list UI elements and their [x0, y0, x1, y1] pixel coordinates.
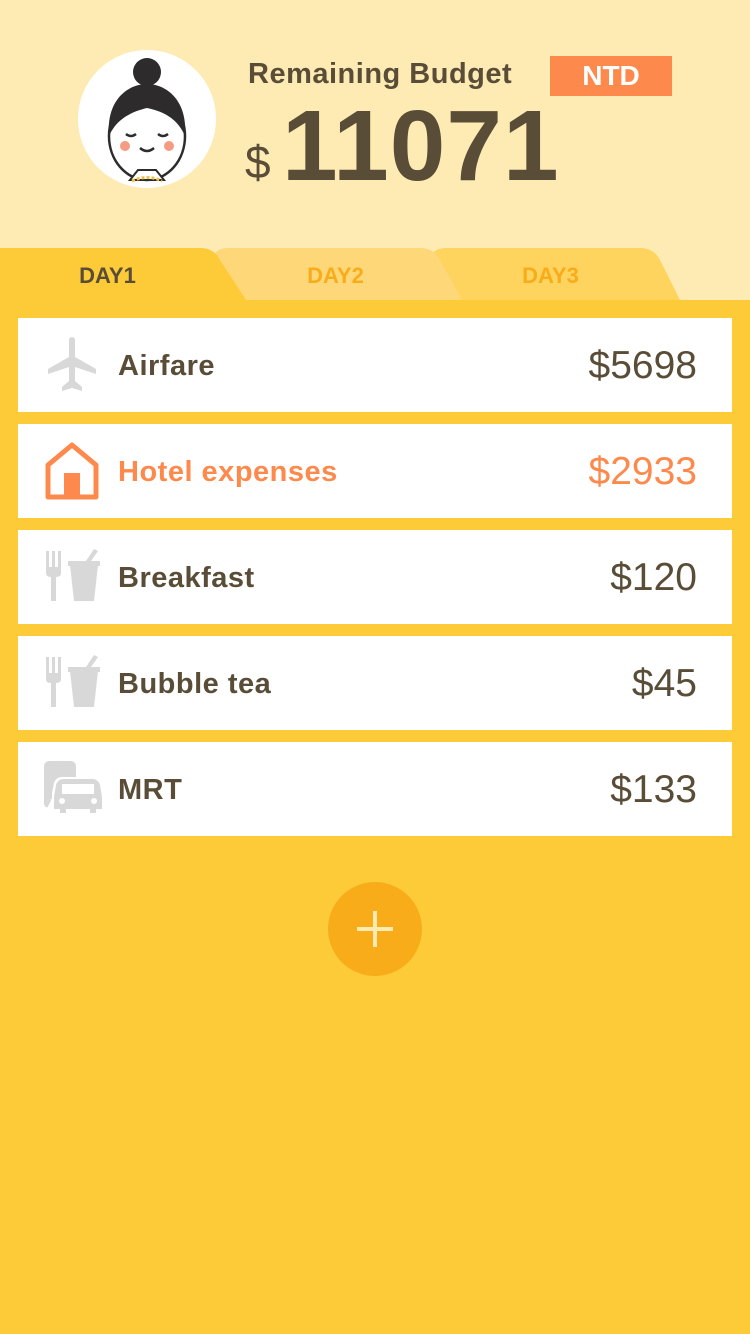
tab-day2[interactable]: DAY2	[268, 248, 403, 300]
expense-row-bubble-tea[interactable]: Bubble tea $45	[18, 636, 732, 730]
avatar[interactable]	[78, 50, 216, 188]
airplane-icon	[42, 335, 102, 395]
remaining-budget-amount: 11071	[282, 90, 560, 202]
tab-day3[interactable]: DAY3	[483, 248, 618, 300]
plus-icon	[357, 911, 393, 947]
expense-amount: $120	[610, 556, 697, 599]
expense-label: Breakfast	[118, 562, 255, 594]
tab-day1[interactable]: DAY1	[40, 248, 175, 300]
expense-label: MRT	[118, 774, 183, 806]
food-drink-icon	[42, 653, 102, 713]
expense-amount: $2933	[588, 450, 697, 493]
expense-row-hotel[interactable]: Hotel expenses $2933	[18, 424, 732, 518]
house-icon	[42, 441, 102, 501]
expense-amount: $5698	[588, 344, 697, 387]
day-tabs: DAY1 DAY2 DAY3	[0, 248, 750, 300]
expense-list: Airfare $5698 Hotel expenses $2933 Break…	[18, 318, 732, 848]
currency-badge[interactable]: NTD	[550, 56, 672, 96]
expense-row-breakfast[interactable]: Breakfast $120	[18, 530, 732, 624]
currency-symbol: $	[245, 136, 271, 188]
transport-icon	[42, 759, 102, 819]
expense-row-airfare[interactable]: Airfare $5698	[18, 318, 732, 412]
add-expense-button[interactable]	[328, 882, 422, 976]
budget-label: Remaining Budget	[248, 58, 513, 90]
food-drink-icon	[42, 547, 102, 607]
expense-label: Hotel expenses	[118, 456, 338, 488]
expense-label: Bubble tea	[118, 668, 272, 700]
expense-amount: $133	[610, 768, 697, 811]
expense-row-mrt[interactable]: MRT $133	[18, 742, 732, 836]
user-avatar-icon	[78, 50, 216, 188]
expense-amount: $45	[631, 662, 697, 705]
expense-label: Airfare	[118, 350, 215, 382]
